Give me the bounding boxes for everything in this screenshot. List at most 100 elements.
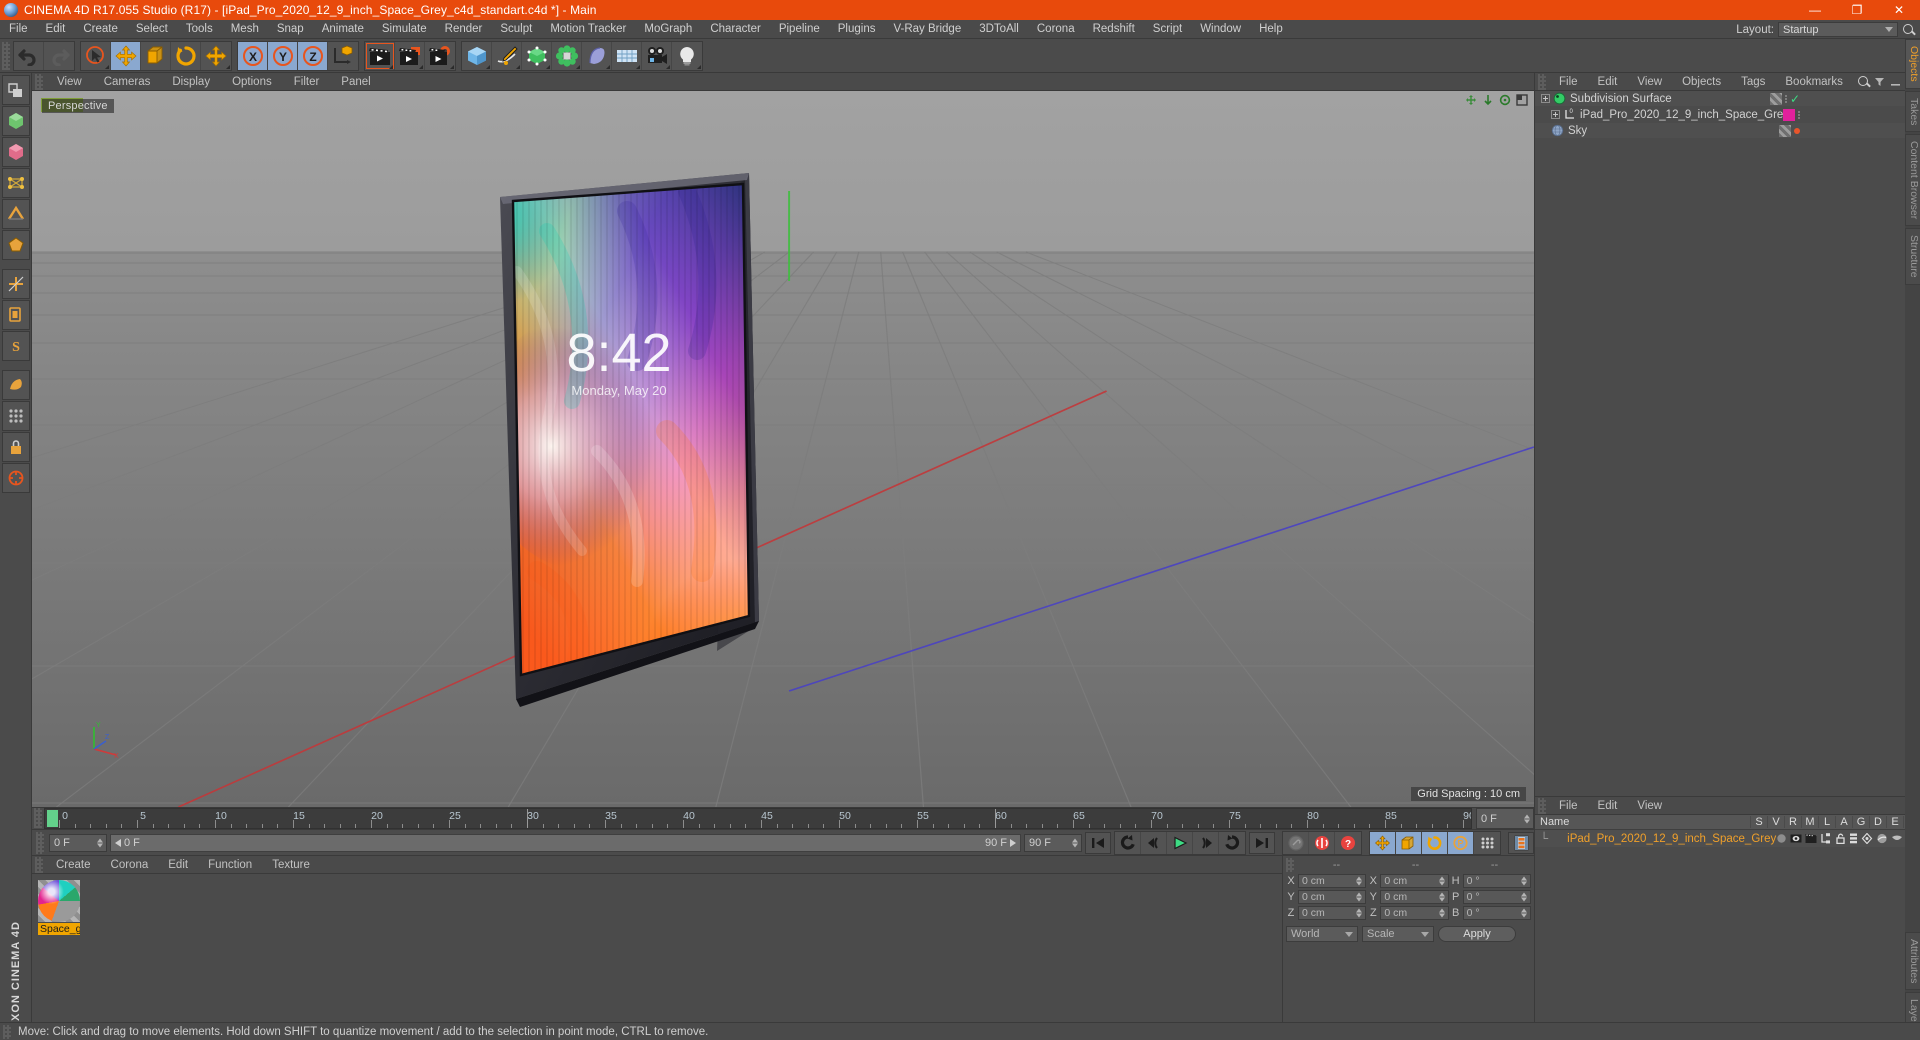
object-tree[interactable]: Subdivision Surface ✓ 0 iPad_Pro_2020_12… [1535,91,1920,796]
move-duplicate-tool[interactable] [201,42,231,70]
timeline-start-field[interactable]: 0 F [49,833,107,852]
rotation-h-field[interactable]: 0 ° [1462,874,1531,888]
point-level-animation-button[interactable] [1474,832,1500,854]
render-settings-button[interactable] [425,42,455,70]
add-generator-button[interactable] [522,41,552,70]
minimize-button[interactable]: — [1794,0,1836,20]
attribute-menu-file[interactable]: File [1549,797,1588,815]
scrub-right-arrow-icon[interactable] [1010,838,1016,847]
maximize-button[interactable]: ❐ [1836,0,1878,20]
lock-x-axis[interactable]: X [238,41,268,70]
position-y-stepper[interactable] [1356,892,1363,902]
object-menu-bookmarks[interactable]: Bookmarks [1775,73,1853,91]
object-row-subdivision-surface[interactable]: Subdivision Surface ✓ [1535,91,1920,107]
size-z-field[interactable]: 0 cm [1380,906,1449,920]
timeline-start-stepper[interactable] [97,838,103,847]
texture-tag-icon[interactable] [1769,92,1782,105]
object-row-ipad-pro[interactable]: 0 iPad_Pro_2020_12_9_inch_Space_Grey [1535,107,1920,123]
menu-item-vray-bridge[interactable]: V-Ray Bridge [884,20,970,39]
zoom-icon[interactable] [1482,94,1494,106]
visibility-check-icon[interactable]: ✓ [1790,93,1800,105]
phong-icon[interactable] [1876,833,1888,844]
scale-key-button[interactable] [1396,831,1422,854]
rotation-key-button[interactable] [1422,831,1448,854]
menu-item-tools[interactable]: Tools [177,20,222,39]
menu-item-motion-tracker[interactable]: Motion Tracker [541,20,635,39]
attribute-manager-grip[interactable] [1538,797,1546,814]
viewport-menu-display[interactable]: Display [161,73,221,91]
autokeying-button[interactable] [1309,831,1335,854]
layout-dropdown[interactable]: Startup [1778,22,1898,37]
edges-mode-button[interactable] [1,199,30,229]
menu-item-simulate[interactable]: Simulate [373,20,436,39]
position-key-button[interactable] [1370,831,1396,854]
current-frame-field[interactable]: 0 F [1476,808,1534,829]
current-frame-marker[interactable] [47,810,58,827]
lock-y-axis[interactable]: Y [268,41,298,70]
previous-frame-button[interactable] [1141,831,1167,854]
parameter-key-button[interactable]: P [1448,831,1474,854]
add-nurbs-button[interactable] [582,41,612,70]
material-tag-icon[interactable] [1783,108,1795,121]
col-m[interactable]: M [1801,816,1818,828]
material-list[interactable]: Space_g [32,874,1282,1040]
add-camera-button[interactable] [642,41,672,70]
redo-button[interactable] [44,42,74,70]
workplane-button[interactable] [1,300,30,330]
menu-item-plugins[interactable]: Plugins [829,20,885,39]
material-manager-grip[interactable] [35,856,43,873]
model-mode-button[interactable] [1,106,30,136]
texture-mode-button[interactable] [1,137,30,167]
position-z-stepper[interactable] [1356,908,1363,918]
menu-item-window[interactable]: Window [1191,20,1250,39]
position-x-field[interactable]: 0 cm [1298,874,1367,888]
size-x-field[interactable]: 0 cm [1380,874,1449,888]
add-deformer-button[interactable] [552,41,582,70]
menu-item-sculpt[interactable]: Sculpt [491,20,541,39]
col-d[interactable]: D [1869,816,1886,828]
cap-icon[interactable] [1891,833,1903,844]
timeline-grip[interactable] [34,808,42,828]
viewport-camera-label[interactable]: Perspective [42,99,114,113]
use-object-axis-button[interactable] [1,269,30,299]
next-frame-button[interactable] [1193,831,1219,854]
menu-item-render[interactable]: Render [436,20,492,39]
add-cube-button[interactable] [462,41,492,70]
col-s[interactable]: S [1750,816,1767,828]
expand-toggle-icon[interactable] [1551,110,1560,119]
play-backwards-button[interactable] [1115,831,1141,854]
frame-stepper[interactable] [1524,814,1530,823]
close-button[interactable]: ✕ [1878,0,1920,20]
search-icon[interactable] [1857,75,1869,87]
material-menu-function[interactable]: Function [198,856,262,874]
object-manager-grip[interactable] [1538,73,1546,90]
object-row-sky[interactable]: Sky [1535,123,1920,139]
col-v[interactable]: V [1767,816,1784,828]
menu-item-select[interactable]: Select [127,20,177,39]
go-to-end-button[interactable] [1249,831,1275,854]
object-menu-file[interactable]: File [1549,73,1588,91]
menu-item-script[interactable]: Script [1144,20,1191,39]
clapper-icon[interactable] [1805,833,1817,844]
filter-icon[interactable] [1874,76,1885,87]
open-timeline-button[interactable] [1508,831,1534,854]
points-mode-button[interactable] [1,168,30,198]
play-forwards-loop-button[interactable] [1219,832,1245,854]
minimize-panel-icon[interactable] [1890,76,1901,87]
expand-toggle-icon[interactable] [1541,94,1550,103]
object-menu-view[interactable]: View [1627,73,1672,91]
deform-icon[interactable] [1861,833,1873,844]
coordinates-grip[interactable] [1286,858,1294,872]
record-active-objects-button[interactable] [1283,831,1309,854]
menu-item-pipeline[interactable]: Pipeline [770,20,829,39]
add-spline-button[interactable] [492,41,522,70]
size-x-stepper[interactable] [1438,876,1445,886]
object-menu-edit[interactable]: Edit [1588,73,1628,91]
transport-grip[interactable] [36,831,44,854]
add-light-button[interactable] [672,42,702,70]
timeline-end-field[interactable]: 90 F [1024,833,1082,852]
dolly-icon[interactable] [1499,94,1511,106]
viewport-menu-filter[interactable]: Filter [283,73,331,91]
size-z-stepper[interactable] [1438,908,1445,918]
attribute-menu-edit[interactable]: Edit [1588,797,1628,815]
